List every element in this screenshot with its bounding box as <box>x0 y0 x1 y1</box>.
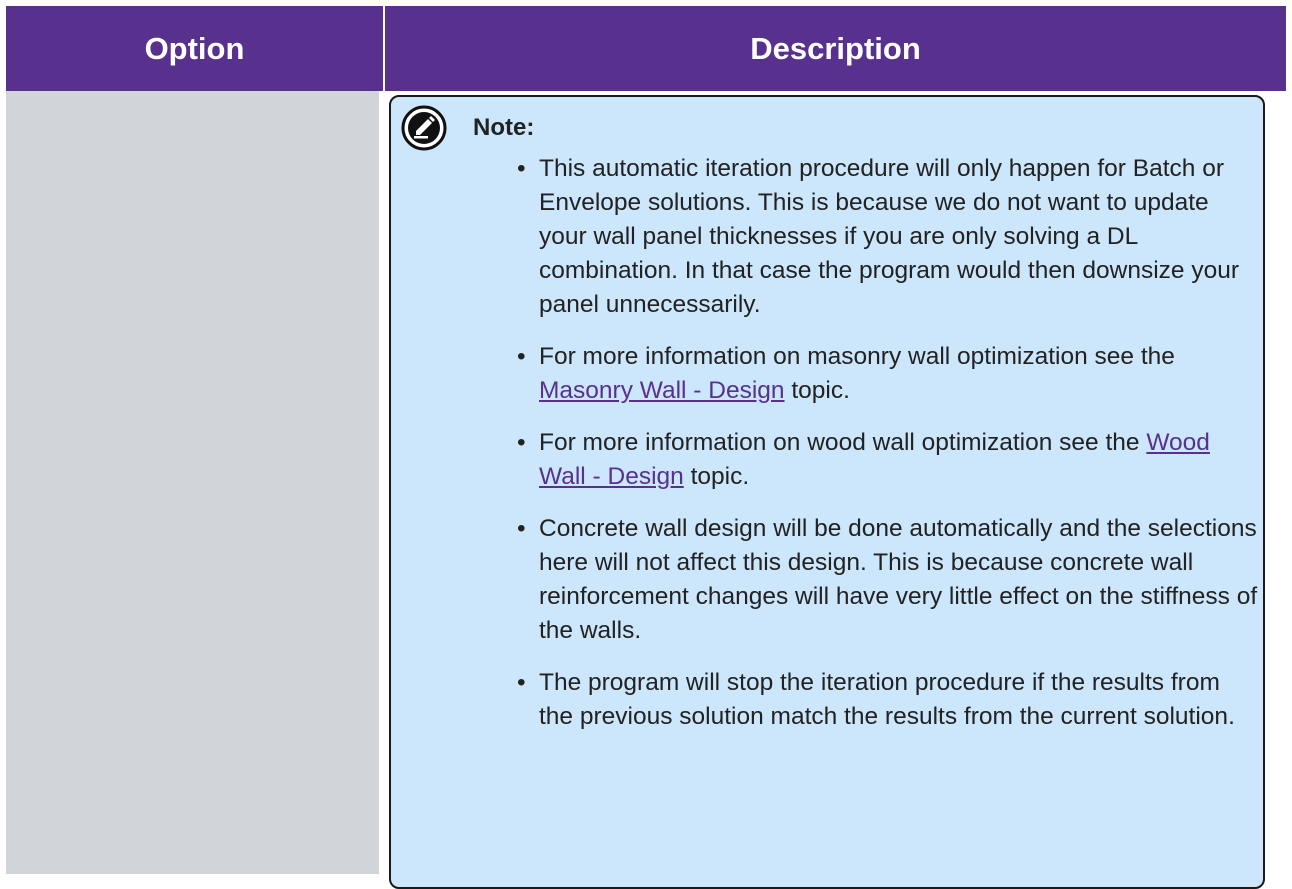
note-item-prefix: For more information on wood wall optimi… <box>539 429 1147 456</box>
list-item: • For more information on wood wall opti… <box>517 426 1259 494</box>
list-item: • For more information on masonry wall o… <box>517 340 1259 408</box>
header-row: Option Description <box>6 6 1286 91</box>
note-box: Note: • This automatic iteration procedu… <box>389 95 1265 889</box>
note-list: • This automatic iteration procedure wil… <box>517 152 1259 752</box>
note-item-text: Concrete wall design will be done automa… <box>539 515 1258 644</box>
options-table: Option Description Note: • This automati… <box>6 6 1286 889</box>
description-cell: Note: • This automatic iteration procedu… <box>384 91 1286 889</box>
note-item-text: The program will stop the iteration proc… <box>539 669 1235 730</box>
bullet-icon: • <box>517 155 526 182</box>
bullet-icon: • <box>517 515 526 542</box>
bullet-icon: • <box>517 343 526 370</box>
bullet-icon: • <box>517 429 526 456</box>
header-option: Option <box>6 6 385 91</box>
table-row: Note: • This automatic iteration procedu… <box>6 91 1286 889</box>
list-item: • This automatic iteration procedure wil… <box>517 152 1259 322</box>
list-item: • Concrete wall design will be done auto… <box>517 512 1259 648</box>
note-item-suffix: topic. <box>784 377 850 404</box>
header-description: Description <box>384 6 1286 91</box>
list-item: • The program will stop the iteration pr… <box>517 666 1259 734</box>
note-item-text: This automatic iteration procedure will … <box>539 155 1240 318</box>
note-title: Note: <box>473 114 535 141</box>
option-cell <box>6 91 389 874</box>
masonry-wall-design-link[interactable]: Masonry Wall - Design <box>539 377 785 404</box>
note-icon <box>401 105 447 151</box>
note-item-prefix: For more information on masonry wall opt… <box>539 343 1175 370</box>
bullet-icon: • <box>517 669 526 696</box>
note-item-suffix: topic. <box>683 463 750 490</box>
